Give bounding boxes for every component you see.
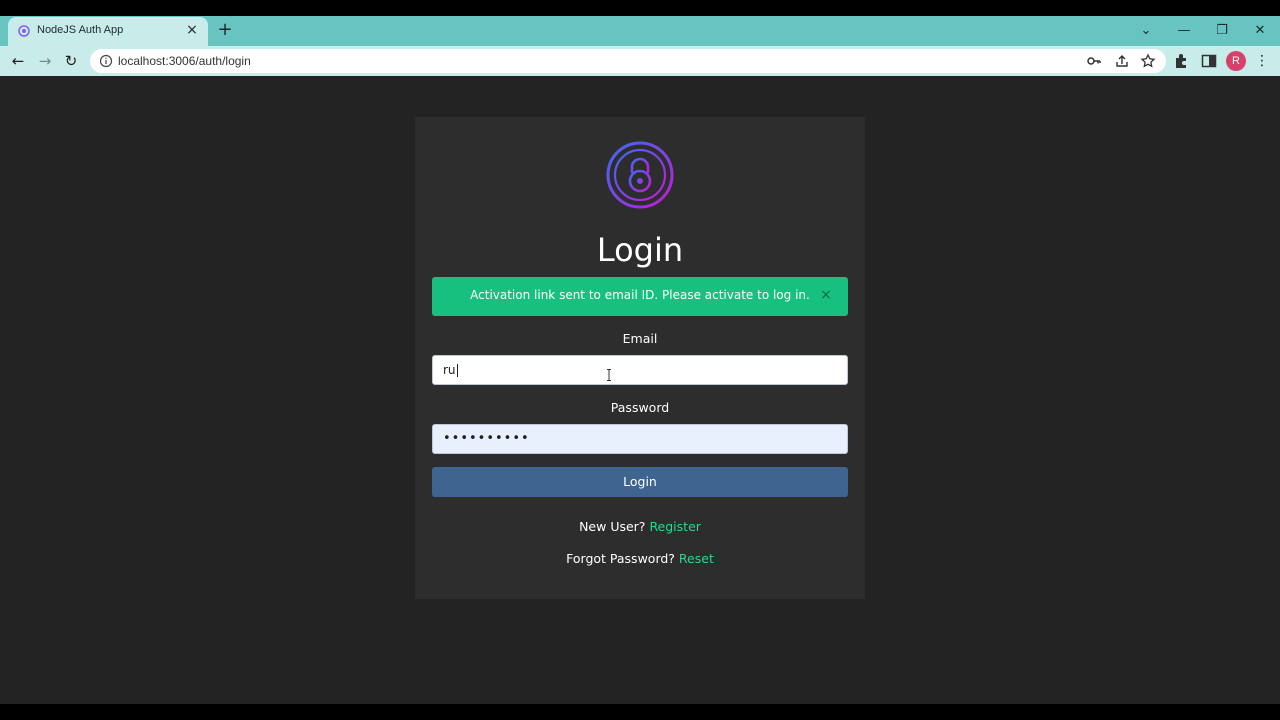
ibeam-cursor-icon [607,369,611,381]
new-tab-button[interactable]: + [216,20,234,40]
email-label: Email [622,331,658,346]
minimize-button[interactable]: — [1172,21,1196,41]
reset-link[interactable]: Reset [679,551,714,566]
back-button[interactable]: ← [8,51,28,71]
restore-button[interactable]: ❐ [1210,21,1234,41]
share-icon[interactable] [1114,53,1130,69]
register-prompt: New User? [579,519,646,534]
alert-message: Activation link sent to email ID. Please… [470,288,810,302]
browser-window: NodeJS Auth App × + ⌄ — ❐ ✕ ← → ↻ localh… [0,0,1280,720]
tab-close-icon[interactable]: × [184,22,200,38]
profile-avatar[interactable]: R [1226,51,1246,71]
password-label: Password [610,400,670,415]
info-icon[interactable] [99,54,113,68]
tab-nodejs-auth-app[interactable]: NodeJS Auth App × [8,17,208,46]
forward-button[interactable]: → [35,51,55,71]
success-alert: Activation link sent to email ID. Please… [432,277,848,316]
tab-title: NodeJS Auth App [37,24,124,36]
tab-search-icon[interactable]: ⌄ [1134,21,1158,41]
reset-line: Forgot Password? Reset [415,551,865,566]
email-value: ru [443,363,456,377]
extensions-icon[interactable] [1172,51,1192,71]
favicon-icon [18,25,30,37]
text-caret [456,364,458,377]
register-link[interactable]: Register [649,519,700,534]
lock-logo-icon [606,141,674,209]
login-card: Login Activation link sent to email ID. … [415,117,865,599]
tab-strip: NodeJS Auth App × + ⌄ — ❐ ✕ [0,16,1280,46]
menu-icon[interactable]: ⋮ [1252,51,1272,71]
url-text[interactable]: localhost:3006/auth/login [118,54,251,68]
browser-toolbar: ← → ↻ localhost:3006/auth/login [0,46,1280,76]
star-icon[interactable] [1140,53,1156,69]
close-window-button[interactable]: ✕ [1248,21,1272,41]
key-icon[interactable] [1086,53,1102,69]
alert-close-icon[interactable]: × [818,287,834,303]
register-line: New User? Register [415,519,865,534]
address-bar[interactable]: localhost:3006/auth/login [90,49,1166,73]
side-panel-icon[interactable] [1199,51,1219,71]
login-button[interactable]: Login [432,467,848,497]
page-content: Login Activation link sent to email ID. … [0,76,1280,704]
email-field[interactable]: ru [432,355,848,385]
password-field[interactable]: •••••••••• [432,424,848,454]
reset-prompt: Forgot Password? [566,551,675,566]
reload-button[interactable]: ↻ [61,51,81,71]
page-title: Login [596,231,684,269]
